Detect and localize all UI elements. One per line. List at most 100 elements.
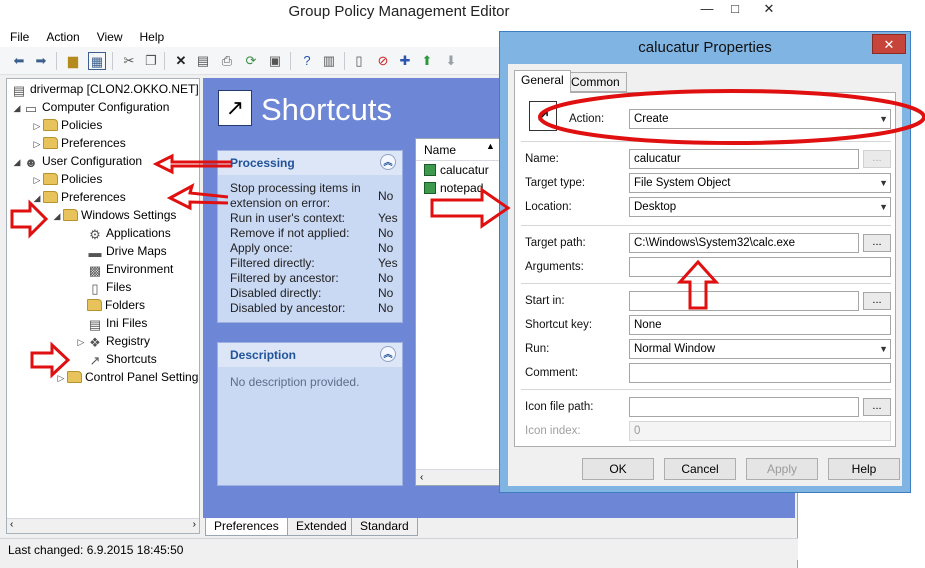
move-up-icon[interactable]: ⬆ (418, 52, 436, 70)
name-field[interactable]: calucatur (629, 149, 859, 169)
up-folder-icon[interactable]: ▆ (64, 52, 82, 70)
expand-arrow-icon[interactable]: ◢ (11, 100, 23, 117)
tab-common[interactable]: Common (564, 72, 627, 92)
description-panel: Description ︽ No description provided. (217, 342, 403, 486)
arguments-field[interactable] (629, 257, 891, 277)
tab-standard[interactable]: Standard (351, 518, 418, 536)
expand-arrow-icon[interactable]: ◢ (31, 190, 43, 207)
tree-node-gpo[interactable]: ▤ drivermap [CLON2.OKKO.NET] (11, 81, 199, 98)
close-button[interactable]: ✕ (752, 0, 786, 20)
shortcut-action-icon: ↗ (529, 101, 557, 131)
list-item[interactable]: calucatur (416, 161, 502, 179)
show-tree-icon[interactable]: ▦ (88, 52, 106, 70)
ok-button[interactable]: OK (582, 458, 654, 480)
processing-key: Disabled by ancestor: (230, 301, 346, 315)
cancel-button[interactable]: Cancel (664, 458, 736, 480)
expand-arrow-icon[interactable]: ◢ (11, 154, 23, 171)
tree-node-registry[interactable]: ▷ ❖ Registry (75, 333, 150, 350)
scroll-left-icon[interactable]: ‹ (10, 519, 13, 530)
expand-arrow-icon[interactable]: ▷ (31, 136, 43, 153)
run-select[interactable]: Normal Window ▼ (629, 339, 891, 359)
processing-value: Yes (378, 256, 398, 270)
target-path-browse-button[interactable]: ... (863, 234, 891, 252)
tree-node-files[interactable]: ▯ Files (75, 279, 131, 296)
tree-node-user-preferences[interactable]: ◢ Preferences (31, 189, 126, 206)
collapse-chevron-icon[interactable]: ︽ (380, 346, 396, 362)
dropdown-arrow-icon: ▼ (879, 344, 888, 354)
menu-action[interactable]: Action (36, 26, 86, 47)
expand-arrow-icon[interactable]: ▷ (55, 370, 67, 387)
scroll-right-icon[interactable]: › (193, 519, 196, 530)
tree-node-applications[interactable]: ⚙ Applications (75, 225, 171, 242)
maximize-button[interactable]: □ (718, 0, 752, 20)
delete-icon[interactable]: ✕ (172, 52, 190, 70)
shortcut-item-icon (424, 164, 436, 176)
help-icon[interactable]: ? (298, 52, 316, 70)
new-item-icon[interactable]: ▯ (350, 52, 368, 70)
tree-node-control-panel-settings[interactable]: ▷ Control Panel Setting (55, 369, 199, 387)
apply-button[interactable]: Apply (746, 458, 818, 480)
refresh-icon[interactable]: ⟳ (242, 52, 260, 70)
tree-node-environment[interactable]: ▩ Environment (75, 261, 174, 278)
action-label: Action: (569, 113, 605, 125)
status-bar: Last changed: 6.9.2015 18:45:50 (0, 538, 798, 560)
tree-node-user-configuration[interactable]: ◢ ☻ User Configuration (11, 153, 143, 171)
export-list-icon[interactable]: ▣ (266, 52, 284, 70)
tree-node-drive-maps[interactable]: ▬ Drive Maps (75, 243, 167, 260)
items-list: Name ▲ calucatur notepad ‹ (415, 138, 503, 486)
tree-node-ini-files[interactable]: ▤ Ini Files (75, 315, 148, 332)
target-type-select[interactable]: File System Object ▼ (629, 173, 891, 193)
action-select[interactable]: Create ▼ (629, 109, 891, 129)
column-header-name[interactable]: Name ▲ (416, 139, 502, 161)
icon-file-path-field[interactable] (629, 397, 859, 417)
help-button[interactable]: Help (828, 458, 900, 480)
list-horizontal-scrollbar[interactable]: ‹ (416, 469, 502, 485)
icon-file-path-browse-button[interactable]: ... (863, 398, 891, 416)
tab-general[interactable]: General (514, 70, 571, 93)
tree-node-shortcuts[interactable]: ↗ Shortcuts (75, 351, 157, 368)
tree-horizontal-scrollbar[interactable]: ‹ › (7, 518, 199, 533)
move-down-icon[interactable]: ⬇ (442, 52, 460, 70)
list-item[interactable]: notepad (416, 179, 502, 197)
location-select[interactable]: Desktop ▼ (629, 197, 891, 217)
start-in-browse-button[interactable]: ... (863, 292, 891, 310)
tab-preferences[interactable]: Preferences (205, 518, 288, 536)
dialog-title: calucatur Properties (638, 39, 772, 56)
tree-node-computer-configuration[interactable]: ◢ ▭ Computer Configuration (11, 99, 170, 117)
menu-help[interactable]: Help (130, 26, 172, 47)
expand-arrow-icon[interactable]: ▷ (31, 172, 43, 189)
expand-arrow-icon[interactable]: ▷ (31, 118, 43, 135)
expand-arrow-icon[interactable]: ▷ (75, 334, 87, 351)
tree-node-user-policies[interactable]: ▷ Policies (31, 171, 103, 189)
processing-key: Run in user's context: (230, 211, 346, 225)
show-hide-icon[interactable]: ▥ (320, 52, 338, 70)
expand-arrow-icon[interactable]: ◢ (51, 208, 63, 225)
stop-icon[interactable]: ⊘ (374, 52, 392, 70)
menu-view[interactable]: View (87, 26, 130, 47)
dialog-close-button[interactable]: ✕ (872, 34, 906, 54)
tree-node-computer-policies[interactable]: ▷ Policies (31, 117, 103, 135)
shortcut-key-field[interactable]: None (629, 315, 891, 335)
back-arrow-icon[interactable]: ⬅ (10, 52, 28, 70)
tab-extended[interactable]: Extended (287, 518, 356, 536)
target-path-field[interactable]: C:\Windows\System32\calc.exe (629, 233, 859, 253)
name-browse-button[interactable]: ... (863, 150, 891, 168)
icon-index-label: Icon index: (525, 425, 581, 437)
tree-node-windows-settings[interactable]: ◢ Windows Settings (51, 207, 177, 225)
print-icon[interactable]: ⎙ (218, 52, 236, 70)
copy-icon[interactable]: ❐ (142, 52, 160, 70)
section-divider (521, 283, 891, 284)
control-panel-icon (67, 371, 82, 383)
start-in-field[interactable] (629, 291, 859, 311)
properties-icon[interactable]: ▤ (194, 52, 212, 70)
collapse-chevron-icon[interactable]: ︽ (380, 154, 396, 170)
tree-node-folders[interactable]: Folders (75, 297, 145, 314)
window-title: Group Policy Management Editor (288, 3, 510, 20)
comment-field[interactable] (629, 363, 891, 383)
tree-node-computer-preferences[interactable]: ▷ Preferences (31, 135, 126, 152)
add-icon[interactable]: ✚ (396, 52, 414, 70)
forward-arrow-icon[interactable]: ➡ (32, 52, 50, 70)
cut-icon[interactable]: ✂ (120, 52, 138, 70)
scroll-left-icon[interactable]: ‹ (420, 472, 423, 483)
menu-file[interactable]: File (0, 26, 36, 47)
